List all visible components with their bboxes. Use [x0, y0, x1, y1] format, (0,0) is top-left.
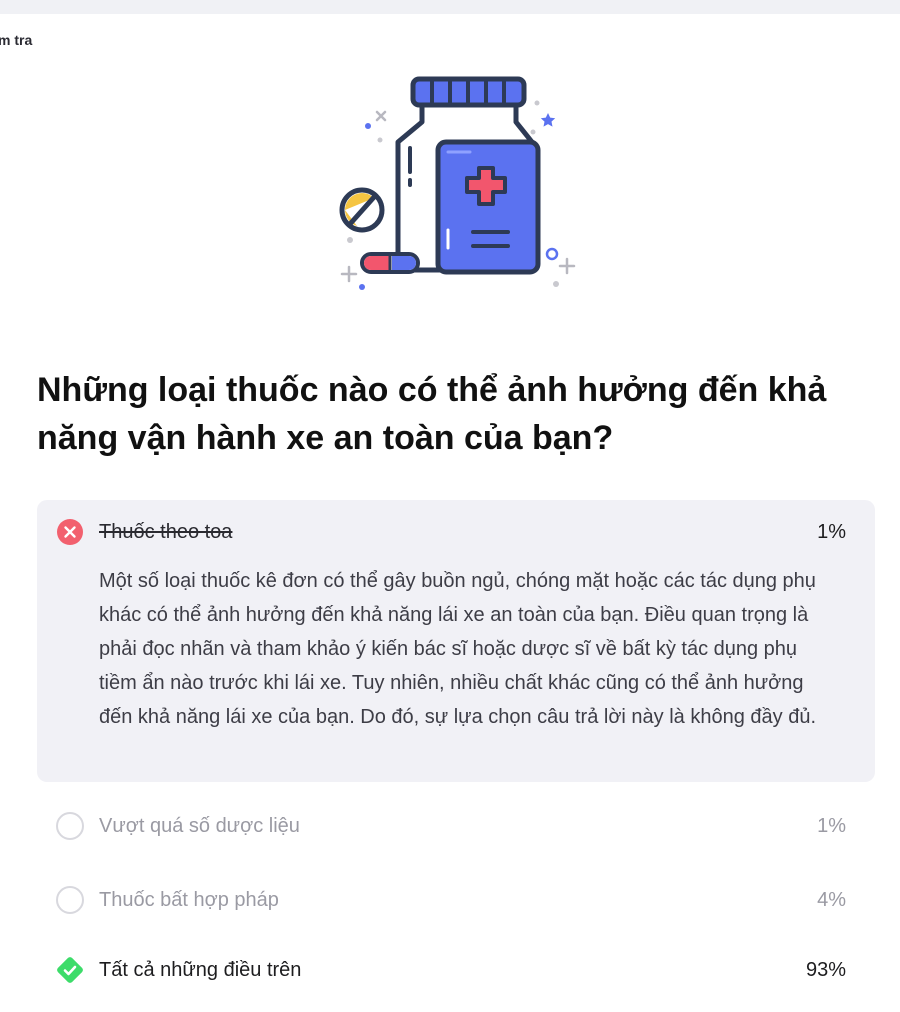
x-circle-icon: [57, 519, 83, 545]
breadcrumb[interactable]: m tra: [0, 32, 32, 48]
answer-option-3[interactable]: Thuốc bất hợp pháp 4%: [37, 886, 875, 942]
question-text: Những loại thuốc nào có thể ảnh hưởng đế…: [37, 371, 827, 457]
answer-option-1[interactable]: Thuốc theo toa 1% Một số loại thuốc kê đ…: [37, 500, 875, 782]
answer-option-label: Thuốc bất hợp pháp: [99, 889, 279, 911]
capsule-pill: [360, 252, 420, 274]
answer-option-4[interactable]: Tất cả những điều trên 93%: [37, 956, 875, 1012]
answer-option-label: Thuốc theo toa: [99, 521, 233, 543]
round-pill: [339, 187, 385, 233]
answer-option-percent: 4%: [817, 889, 846, 911]
medicine-bottle-illustration: [339, 76, 576, 290]
top-bar: [0, 0, 900, 14]
answer-option-percent: 93%: [805, 959, 846, 981]
radio-circle-icon: [56, 886, 84, 914]
bottle-cap: [410, 76, 527, 108]
answer-explanation: Một số loại thuốc kê đơn có thể gây buồn…: [99, 570, 817, 728]
answer-option-percent: 1%: [817, 521, 846, 543]
answer-option-2[interactable]: Vượt quá số dược liệu 1%: [37, 812, 875, 868]
answer-option-percent: 1%: [817, 815, 846, 837]
answer-option-label: Vượt quá số dược liệu: [99, 815, 300, 837]
bottle-label: [435, 139, 541, 275]
answer-option-label: Tất cả những điều trên: [99, 959, 302, 981]
radio-circle-icon: [56, 812, 84, 840]
